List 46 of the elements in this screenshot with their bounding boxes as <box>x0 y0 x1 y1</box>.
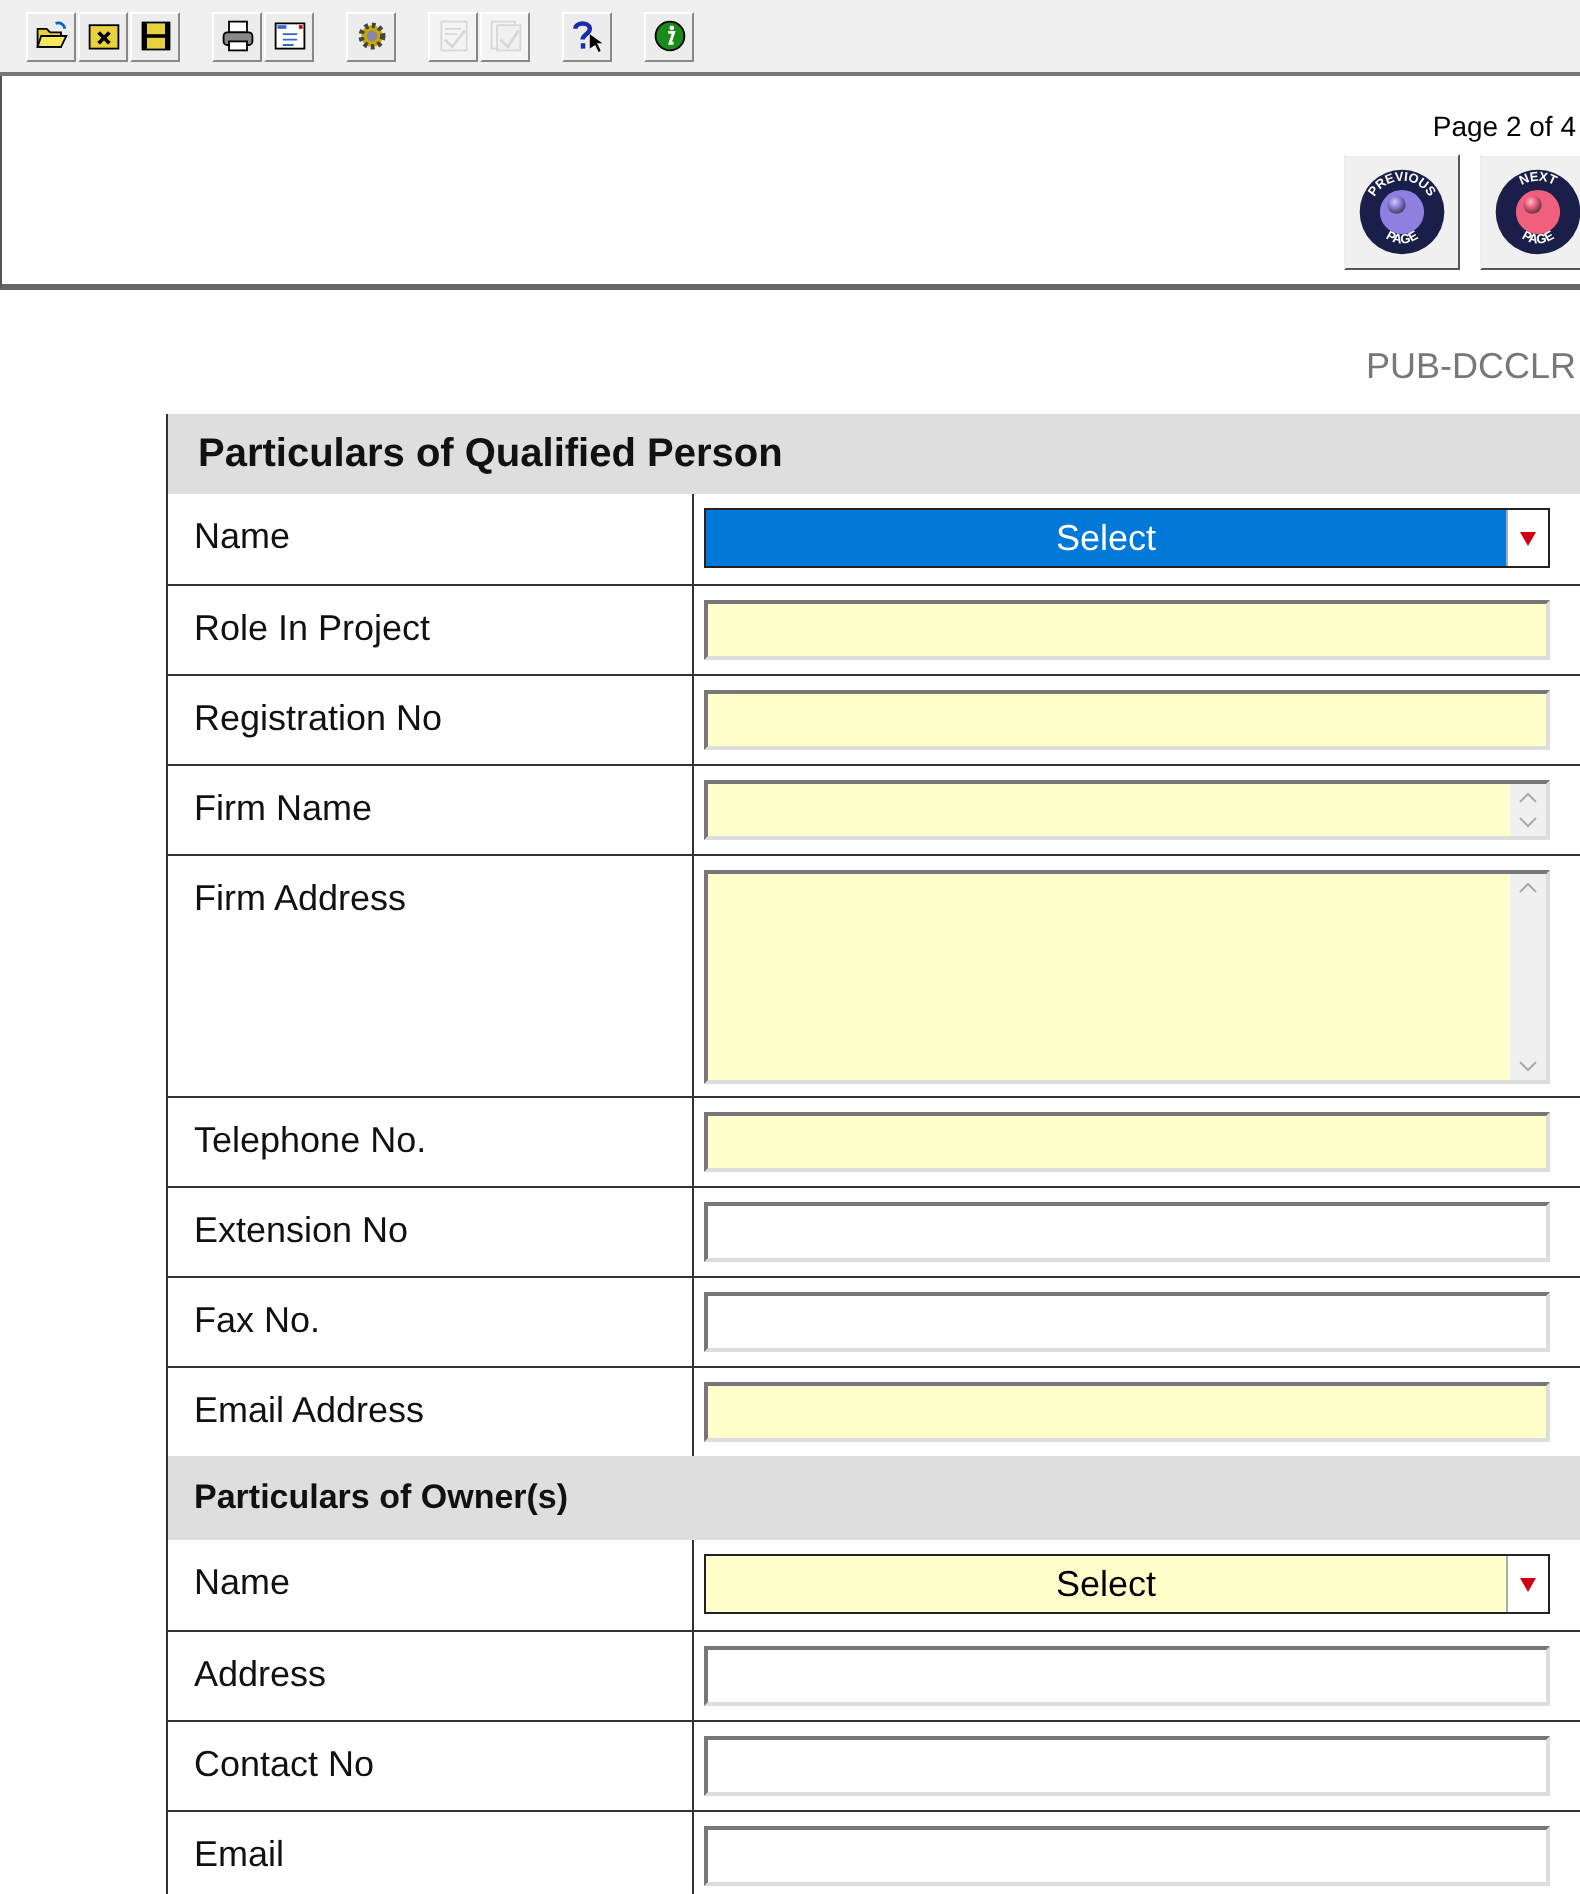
input-field[interactable] <box>704 690 1550 750</box>
spell-check-icon <box>435 18 471 54</box>
input-field[interactable] <box>704 1826 1550 1886</box>
field-label: Telephone No. <box>168 1098 694 1186</box>
field-label: Firm Address <box>168 856 694 1096</box>
dropdown[interactable]: Select <box>704 1554 1550 1614</box>
form-code: PUB-DCCLR <box>1363 346 1576 388</box>
folder-button[interactable] <box>78 11 128 61</box>
field-label: Name <box>168 1540 694 1630</box>
spell-check-icon <box>487 18 523 54</box>
gear-icon <box>353 18 389 54</box>
section-heading: Particulars of Owner(s) <box>168 1456 1580 1540</box>
field-label: Contact No <box>168 1722 694 1810</box>
input-field[interactable] <box>704 600 1550 660</box>
folder-button[interactable] <box>26 11 76 61</box>
floppy-disk-button[interactable] <box>130 11 180 61</box>
field-label: Address <box>168 1632 694 1720</box>
info-button[interactable] <box>644 11 694 61</box>
field-label: Extension No <box>168 1188 694 1276</box>
field-label: Email <box>168 1812 694 1894</box>
page-indicator: Page 2 of 4 <box>1432 110 1576 142</box>
printer-button[interactable] <box>212 11 262 61</box>
input-field[interactable] <box>704 1202 1550 1262</box>
document-button[interactable] <box>264 11 314 61</box>
input-field[interactable] <box>704 1292 1550 1352</box>
document-icon <box>271 18 307 54</box>
folder-icon <box>85 18 121 54</box>
question-pointer-icon <box>569 18 605 54</box>
folder-icon <box>33 18 69 54</box>
field-label: Fax No. <box>168 1278 694 1366</box>
question-pointer-button[interactable] <box>562 11 612 61</box>
input-field[interactable] <box>704 1646 1550 1706</box>
field-label: Firm Name <box>168 766 694 854</box>
input-field[interactable] <box>704 1736 1550 1796</box>
info-icon <box>651 18 687 54</box>
field-label: Role In Project <box>168 586 694 674</box>
field-label: Registration No <box>168 676 694 764</box>
gear-button[interactable] <box>346 11 396 61</box>
dropdown[interactable]: Select <box>704 508 1550 568</box>
printer-icon <box>219 18 255 54</box>
field-label: Name <box>168 494 694 584</box>
dropdown-arrow-icon <box>1518 1574 1538 1594</box>
input-field[interactable] <box>704 1382 1550 1442</box>
input-field[interactable] <box>704 1112 1550 1172</box>
section-heading: Particulars of Qualified Person <box>168 414 1580 494</box>
dropdown-arrow-icon <box>1518 528 1538 548</box>
